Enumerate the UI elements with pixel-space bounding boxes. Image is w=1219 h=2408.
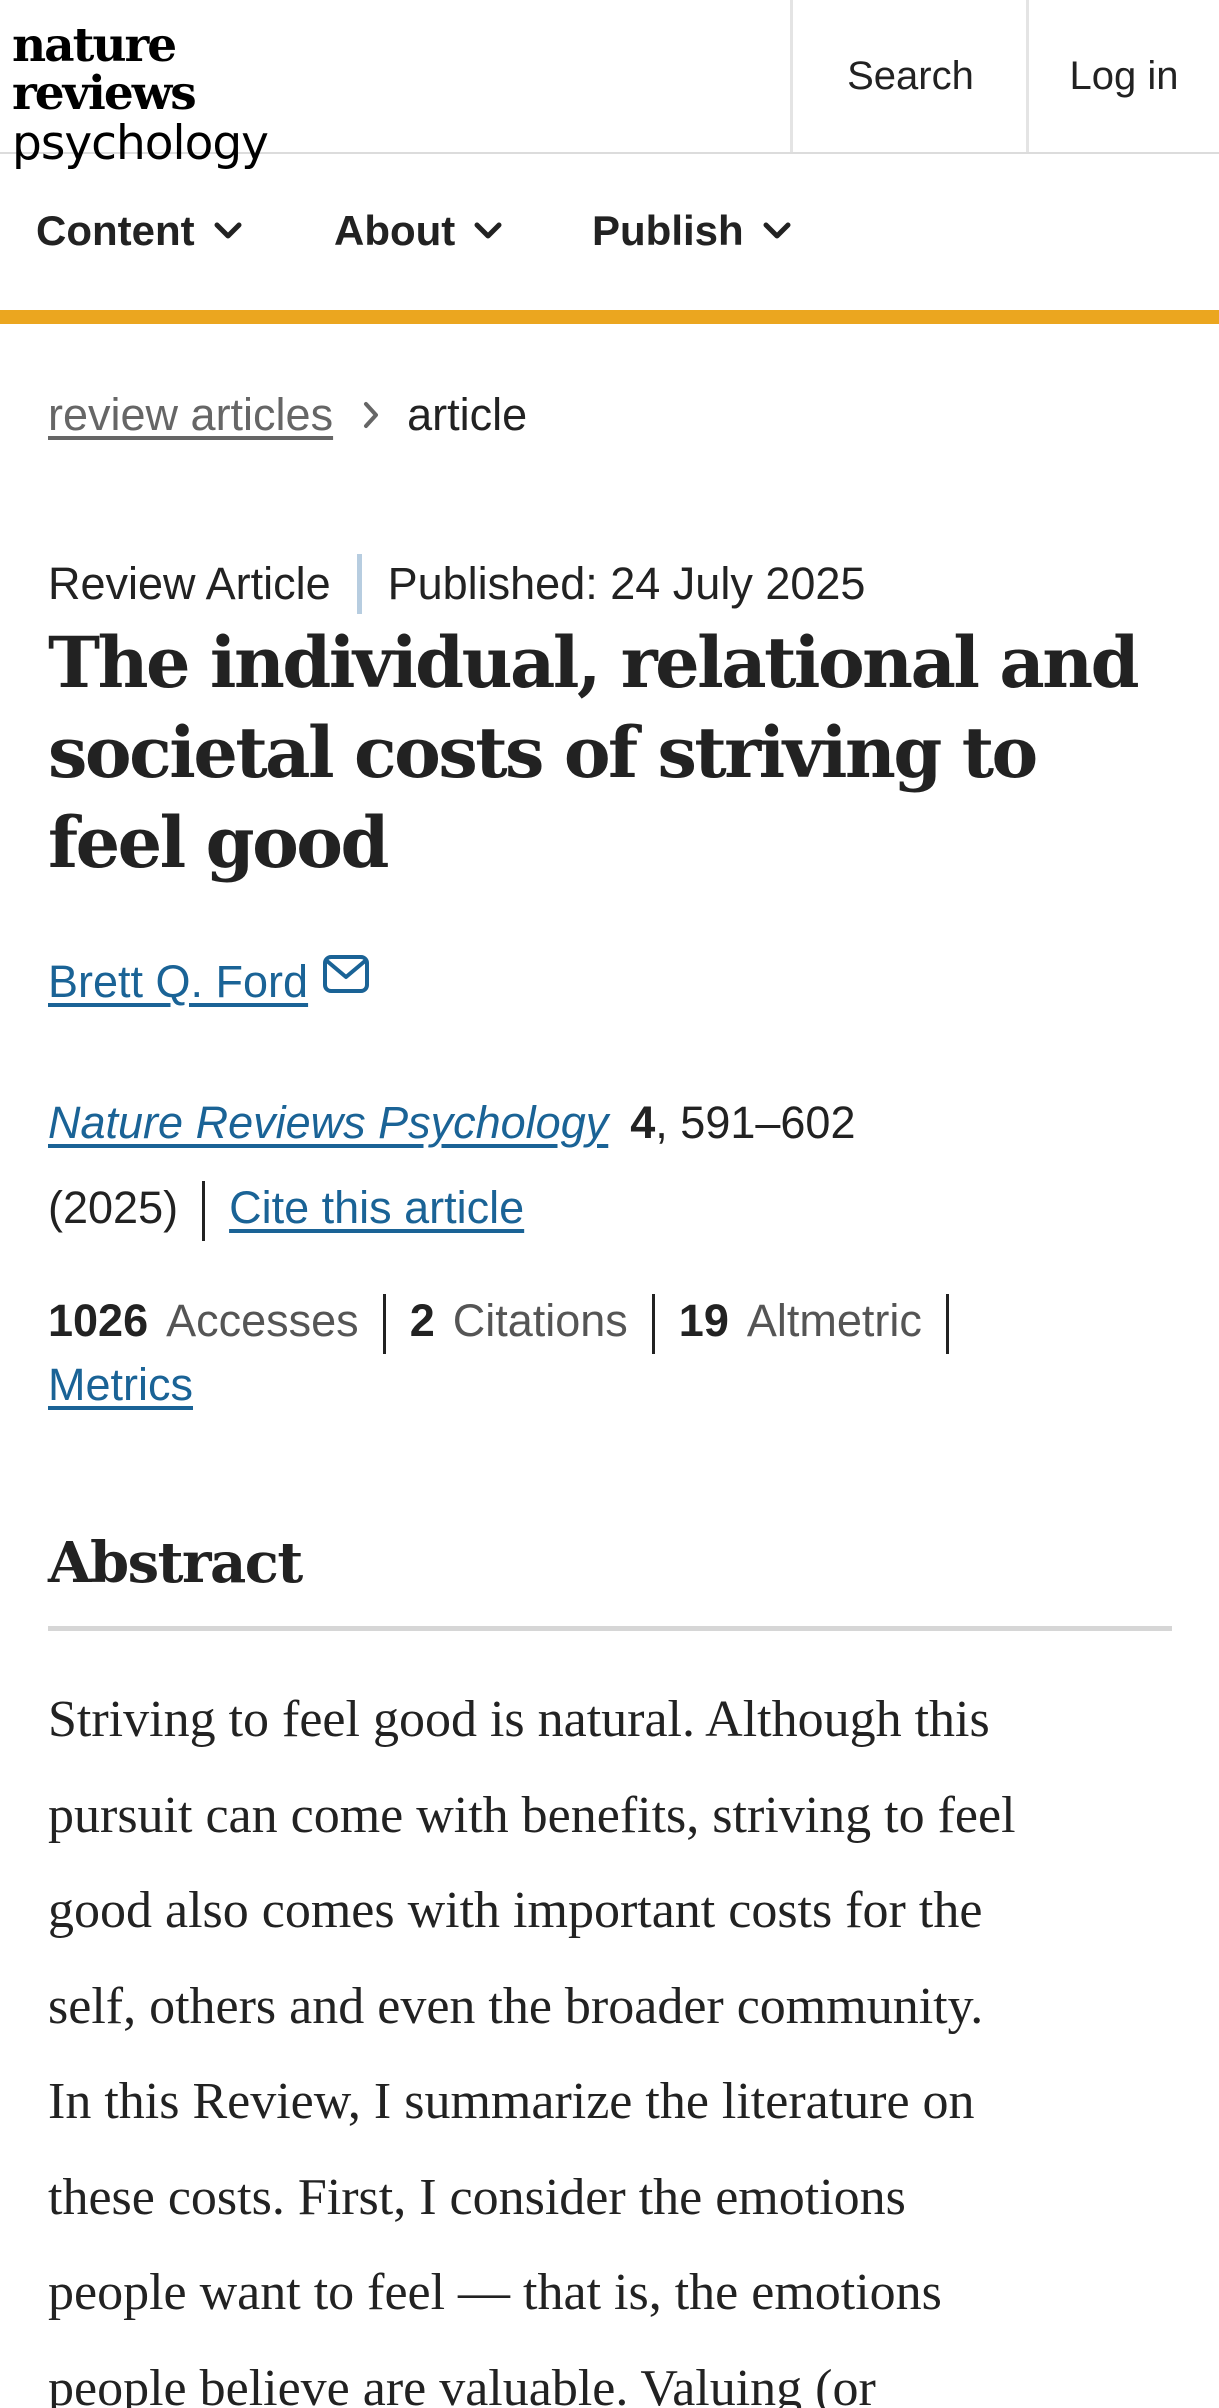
metrics-divider <box>651 1294 655 1355</box>
citation-block: Nature Reviews Psychology 4, 591–602 (202… <box>48 1080 1168 1250</box>
altmetric-label: Altmetric <box>746 1295 922 1346</box>
chevron-down-icon <box>763 222 791 239</box>
abstract-line: good also comes with important costs for… <box>48 1882 983 1939</box>
site-header: nature reviews psychology Search Log in <box>0 0 1219 170</box>
login-button[interactable]: Log in <box>1026 0 1219 152</box>
abstract-line: Striving to feel good is natural. Althou… <box>48 1691 990 1748</box>
nav-publish-label: Publish <box>592 207 744 254</box>
accesses-label: Accesses <box>166 1295 359 1346</box>
accent-bar <box>0 310 1219 324</box>
main-nav: Content About Publish <box>0 156 1219 306</box>
metrics-divider <box>382 1294 386 1355</box>
nav-about-label: About <box>334 207 456 254</box>
published-date: Published: 24 July 2025 <box>387 558 866 609</box>
nav-content-label: Content <box>36 207 195 254</box>
citation-divider <box>202 1181 206 1242</box>
abstract-text: Striving to feel good is natural. Althou… <box>48 1672 1178 2408</box>
nav-publish-menu[interactable]: Publish <box>592 156 792 306</box>
author-link[interactable]: Brett Q. Ford <box>48 956 308 1008</box>
article-metrics: 1026 Accesses 2 Citations 19 Altmetric Metric… <box>48 1290 1178 1416</box>
author-list: Brett Q. Ford <box>48 950 370 1014</box>
metrics-divider <box>945 1294 949 1355</box>
abstract-line: In this Review, I summarize the literatu… <box>48 2073 975 2130</box>
breadcrumb-current: article <box>407 389 528 440</box>
abstract-line: these costs. First, I consider the emoti… <box>48 2168 906 2226</box>
cite-this-article-link[interactable]: Cite this article <box>229 1182 524 1233</box>
abstract-line: self, others and even the broader commun… <box>48 1977 984 2035</box>
nav-about-menu[interactable]: About <box>334 156 503 306</box>
journal-link[interactable]: Nature Reviews Psychology <box>48 1097 608 1148</box>
nature-reviews-psychology-logo[interactable]: nature reviews psychology <box>12 18 342 170</box>
article-type: Review Article <box>48 558 331 609</box>
breadcrumb: review articles article <box>48 385 527 445</box>
citations-label: Citations <box>452 1295 628 1346</box>
abstract-heading: Abstract <box>48 1530 303 1596</box>
logo-line-1: nature reviews <box>12 18 197 121</box>
abstract-line: people believe are valuable. Valuing (or <box>48 2359 876 2408</box>
chevron-right-icon <box>361 398 381 432</box>
altmetric-count: 19 <box>678 1295 729 1346</box>
chevron-down-icon <box>474 222 502 239</box>
breadcrumb-review-articles[interactable]: review articles <box>48 389 333 441</box>
abstract-line: people want to feel — that is, the emoti… <box>48 2264 942 2321</box>
metrics-link[interactable]: Metrics <box>48 1359 193 1410</box>
citations-count: 2 <box>409 1295 435 1346</box>
abstract-line: pursuit can come with benefits, striving… <box>48 1786 1016 1844</box>
abstract-divider <box>48 1626 1172 1631</box>
mail-icon[interactable] <box>322 954 370 994</box>
article-title: The individual, relational and societal … <box>48 621 1140 884</box>
meta-divider <box>356 554 362 614</box>
nav-content-menu[interactable]: Content <box>36 156 243 306</box>
page-range: , 591–602 <box>655 1097 856 1148</box>
volume-number: 4 <box>630 1097 656 1148</box>
chevron-down-icon <box>214 222 242 239</box>
accesses-count: 1026 <box>48 1295 149 1346</box>
publication-year: (2025) <box>48 1182 179 1233</box>
article-meta: Review Article Published: 24 July 2025 <box>48 552 865 616</box>
search-button[interactable]: Search <box>790 0 1028 152</box>
